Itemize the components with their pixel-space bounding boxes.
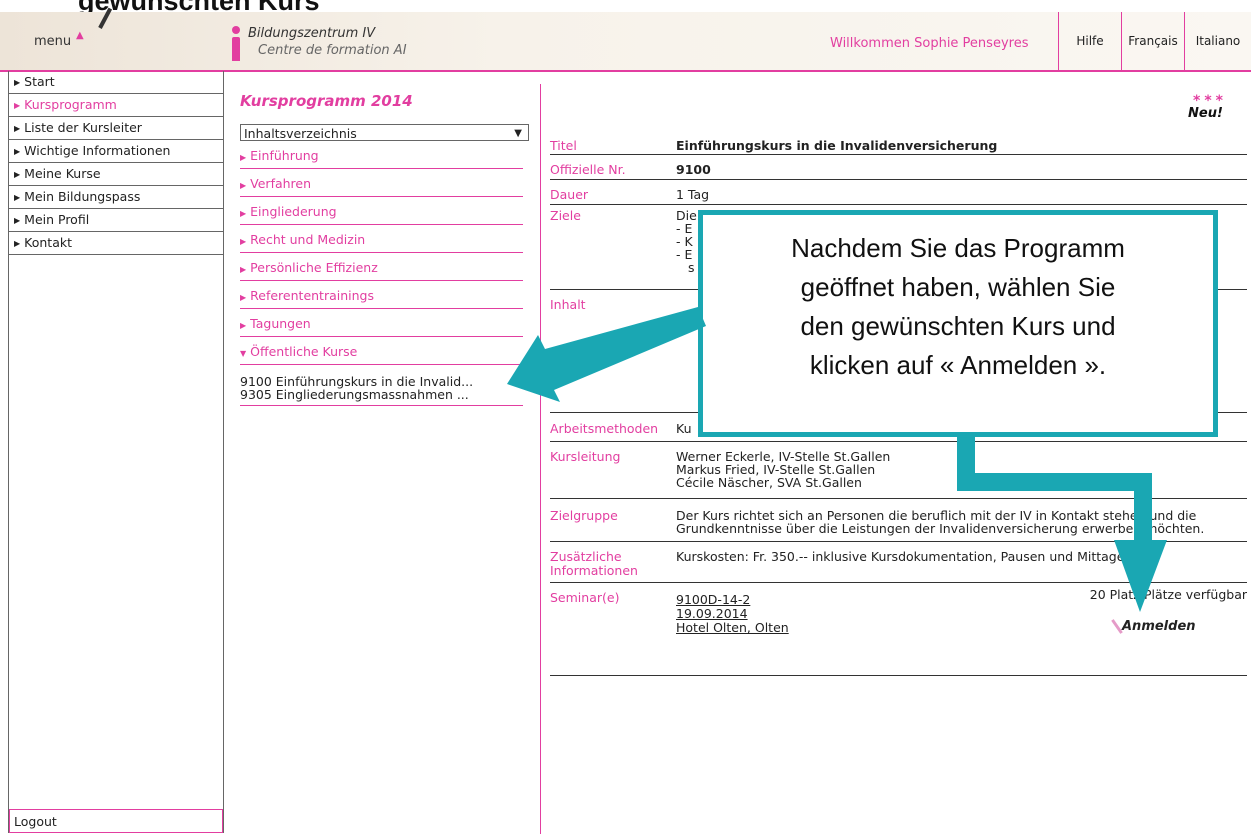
left-arrow-icon (507, 307, 706, 402)
elbow-arrow-icon (957, 437, 1167, 612)
callout-arrows (507, 307, 1167, 612)
